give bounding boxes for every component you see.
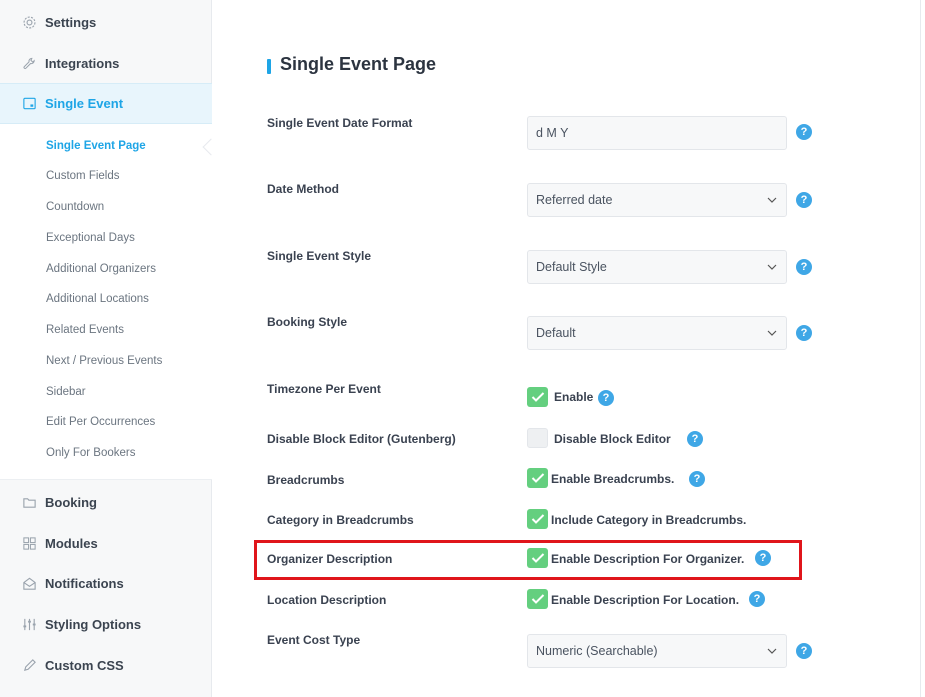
event-style-label: Single Event Style [267, 249, 372, 263]
date-format-value: d M Y [536, 126, 569, 140]
location-description-label: Location Description [267, 593, 387, 607]
booking-style-value: Default [536, 326, 576, 340]
chevron-down-icon [767, 197, 777, 203]
breadcrumbs-label: Breadcrumbs [267, 473, 345, 487]
page-title: Single Event Page [280, 54, 437, 74]
check-icon [531, 392, 544, 402]
cost-type-label: Event Cost Type [267, 633, 361, 647]
timezone-option-label: Enable [554, 390, 594, 404]
date-method-select[interactable]: Referred date [527, 183, 787, 217]
chevron-down-icon [767, 648, 777, 654]
sidebar-item-notifications[interactable]: Notifications [0, 563, 212, 603]
date-format-input[interactable]: d M Y [527, 116, 787, 150]
location-description-option-label: Enable Description For Location. [551, 593, 740, 607]
help-icon[interactable]: ? [598, 390, 614, 406]
sidebar-item-settings[interactable]: Settings [0, 2, 212, 42]
sub-item-next-previous-events[interactable]: Next / Previous Events [46, 355, 162, 367]
chevron-down-icon [767, 330, 777, 336]
pencil-icon [22, 658, 37, 673]
organizer-description-option-label: Enable Description For Organizer. [551, 552, 745, 566]
sidebar: Settings Integrations Single Event Singl… [0, 0, 212, 697]
booking-style-select[interactable]: Default [527, 316, 787, 350]
help-icon[interactable]: ? [755, 550, 771, 566]
event-style-select[interactable]: Default Style [527, 250, 787, 284]
cost-type-select[interactable]: Numeric (Searchable) [527, 634, 787, 668]
folder-icon [22, 495, 37, 510]
organizer-description-label: Organizer Description [267, 552, 393, 566]
title-accent-bar [267, 59, 271, 74]
help-icon[interactable]: ? [796, 643, 812, 659]
cost-type-value: Numeric (Searchable) [536, 644, 658, 658]
block-editor-checkbox[interactable] [527, 428, 548, 448]
sidebar-item-label: Styling Options [45, 616, 142, 632]
single-event-submenu: Single Event Page Custom Fields Countdow… [0, 124, 212, 480]
help-icon[interactable]: ? [749, 591, 765, 607]
sidebar-item-label: Modules [45, 535, 98, 551]
help-icon[interactable]: ? [796, 259, 812, 275]
sub-item-additional-locations[interactable]: Additional Locations [46, 293, 149, 305]
sidebar-item-booking[interactable]: Booking [0, 482, 212, 522]
sidebar-item-label: Settings [45, 14, 97, 30]
sidebar-item-label: Integrations [45, 55, 120, 71]
booking-style-label: Booking Style [267, 315, 348, 329]
sliders-icon [22, 617, 37, 632]
check-icon [531, 553, 544, 563]
sub-item-related-events[interactable]: Related Events [46, 324, 124, 336]
help-icon[interactable]: ? [687, 431, 703, 447]
calendar-icon [22, 96, 37, 111]
block-editor-option-label: Disable Block Editor [554, 432, 671, 446]
gear-icon [22, 15, 37, 30]
category-breadcrumbs-checkbox[interactable] [527, 509, 548, 529]
location-description-checkbox[interactable] [527, 589, 548, 609]
timezone-label: Timezone Per Event [267, 382, 381, 396]
sub-item-exceptional-days[interactable]: Exceptional Days [46, 232, 135, 244]
check-icon [531, 594, 544, 604]
sidebar-item-label: Custom CSS [45, 657, 124, 673]
date-format-label: Single Event Date Format [267, 116, 413, 130]
envelope-icon [22, 576, 37, 591]
breadcrumbs-checkbox[interactable] [527, 468, 548, 488]
sub-item-single-event-page[interactable]: Single Event Page [46, 140, 146, 152]
sub-item-additional-organizers[interactable]: Additional Organizers [46, 263, 156, 275]
help-icon[interactable]: ? [796, 192, 812, 208]
sidebar-item-integrations[interactable]: Integrations [0, 43, 212, 83]
sub-item-custom-fields[interactable]: Custom Fields [46, 170, 120, 182]
sidebar-item-label: Notifications [45, 575, 124, 591]
breadcrumbs-option-label: Enable Breadcrumbs. [551, 472, 675, 486]
organizer-description-checkbox[interactable] [527, 548, 548, 568]
wrench-icon [22, 56, 37, 71]
grid-icon [22, 536, 37, 551]
sub-item-edit-per-occurrences[interactable]: Edit Per Occurrences [46, 416, 155, 428]
category-breadcrumbs-label: Category in Breadcrumbs [267, 513, 414, 527]
chevron-down-icon [767, 264, 777, 270]
sidebar-item-label: Single Event [45, 96, 124, 111]
date-method-value: Referred date [536, 193, 613, 207]
event-style-value: Default Style [536, 260, 607, 274]
help-icon[interactable]: ? [796, 124, 812, 140]
sub-item-countdown[interactable]: Countdown [46, 201, 104, 213]
sub-item-sidebar[interactable]: Sidebar [46, 386, 86, 398]
help-icon[interactable]: ? [796, 325, 812, 341]
sidebar-item-styling-options[interactable]: Styling Options [0, 604, 212, 644]
date-method-label: Date Method [267, 182, 339, 196]
sidebar-item-single-event[interactable]: Single Event [0, 83, 212, 124]
sidebar-item-custom-css[interactable]: Custom CSS [0, 645, 212, 685]
check-icon [531, 514, 544, 524]
panel-border [920, 0, 921, 697]
timezone-checkbox[interactable] [527, 387, 548, 407]
sidebar-item-label: Booking [45, 494, 97, 510]
category-breadcrumbs-option-label: Include Category in Breadcrumbs. [551, 513, 747, 527]
block-editor-label: Disable Block Editor (Gutenberg) [267, 432, 456, 446]
check-icon [531, 473, 544, 483]
help-icon[interactable]: ? [689, 471, 705, 487]
sub-item-only-for-bookers[interactable]: Only For Bookers [46, 447, 135, 459]
sidebar-item-modules[interactable]: Modules [0, 523, 212, 563]
